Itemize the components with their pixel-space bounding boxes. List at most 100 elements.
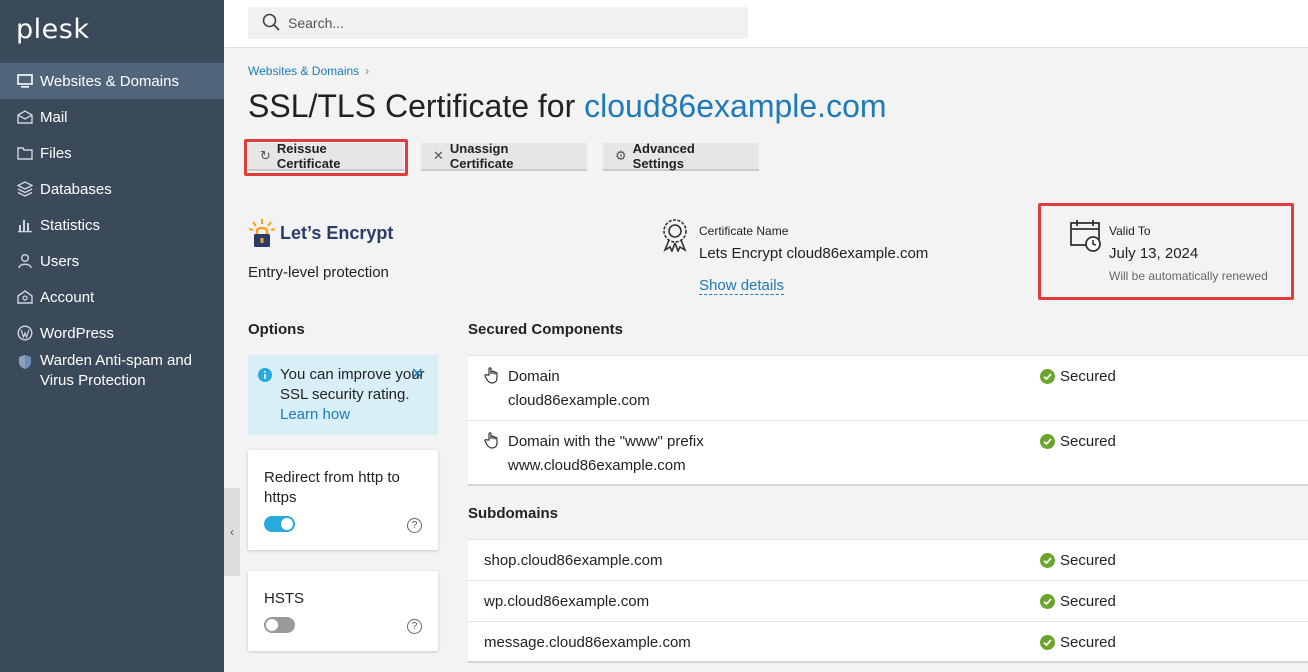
status-text: Secured	[1060, 368, 1116, 385]
status-badge: Secured	[1040, 433, 1116, 450]
sidebar-item-databases[interactable]: Databases	[0, 171, 224, 207]
sidebar-item-label: Account	[40, 288, 95, 306]
toggle-knob	[266, 619, 278, 631]
status-badge: Secured	[1040, 634, 1116, 651]
subdomains-table: shop.cloud86example.com Secured wp.cloud…	[468, 539, 1308, 663]
sidebar-item-label: WordPress	[40, 324, 114, 342]
status-text: Secured	[1060, 634, 1116, 651]
folder-icon	[16, 144, 34, 162]
hsts-option-label: HSTS	[264, 590, 305, 607]
refresh-icon: ↻	[260, 148, 271, 163]
page-title-prefix: SSL/TLS Certificate for	[248, 88, 576, 124]
bar-chart-icon	[16, 216, 34, 234]
close-icon: ✕	[433, 148, 444, 163]
sidebar-item-websites-domains[interactable]: Websites & Domains	[0, 63, 224, 99]
protection-level: Entry-level protection	[248, 264, 389, 281]
sidebar-item-label: Users	[40, 252, 80, 270]
status-text: Secured	[1060, 593, 1116, 610]
sidebar-item-users[interactable]: Users	[0, 243, 224, 279]
sidebar-item-warden[interactable]: Warden Anti-spam and Virus Protection	[0, 351, 224, 391]
certificate-name-value: Lets Encrypt cloud86example.com	[699, 245, 929, 262]
show-details-link[interactable]: Show details	[699, 277, 785, 295]
help-icon[interactable]: ?	[407, 619, 422, 634]
close-icon[interactable]: ✕	[411, 365, 424, 385]
subdomain-name: shop.cloud86example.com	[484, 552, 663, 569]
sidebar-item-label: Statistics	[40, 216, 101, 234]
mail-icon	[16, 108, 34, 126]
table-row: shop.cloud86example.com Secured	[468, 540, 1308, 581]
breadcrumb-link-websites-domains[interactable]: Websites & Domains	[248, 64, 359, 78]
search-input[interactable]	[248, 7, 748, 39]
lets-encrypt-wordmark: Let’s Encrypt	[280, 222, 394, 243]
sidebar-item-label: Databases	[40, 180, 112, 198]
certificate-name-label: Certificate Name	[699, 224, 789, 238]
sidebar-item-label: Mail	[40, 108, 68, 126]
shield-icon	[16, 353, 34, 371]
sidebar-item-label: Warden Anti-spam and Virus Protection	[40, 352, 193, 389]
check-circle-icon	[1040, 369, 1055, 384]
calendar-clock-icon	[1069, 218, 1103, 257]
options-heading: Options	[248, 321, 305, 338]
secured-components-table: Domain cloud86example.com Secured Domain…	[468, 355, 1308, 486]
redirect-option-label: Redirect from http to https	[264, 469, 400, 506]
lets-encrypt-logo: Let’s Encrypt	[248, 218, 393, 248]
toggle-knob	[281, 518, 293, 530]
hsts-toggle[interactable]	[264, 617, 295, 633]
info-icon	[258, 368, 272, 388]
sidebar: plesk Websites & Domains Mail Files Data…	[0, 0, 224, 672]
status-text: Secured	[1060, 433, 1116, 450]
main-content: Websites & Domains › SSL/TLS Certificate …	[224, 48, 1308, 672]
reissue-certificate-button[interactable]: ↻ Reissue Certificate	[248, 141, 404, 171]
component-type: Domain with the "www" prefix	[508, 433, 704, 450]
advanced-settings-label: Advanced Settings	[632, 141, 695, 171]
status-badge: Secured	[1040, 552, 1116, 569]
redirect-toggle[interactable]	[264, 516, 295, 532]
reissue-certificate-label: Reissue Certificate	[276, 141, 341, 171]
search-icon	[262, 13, 280, 36]
top-bar	[224, 0, 1308, 48]
sidebar-item-account[interactable]: Account	[0, 279, 224, 315]
unassign-certificate-label: Unassign Certificate	[449, 141, 514, 171]
sidebar-item-label: Websites & Domains	[40, 72, 179, 90]
check-circle-icon	[1040, 594, 1055, 609]
table-row: wp.cloud86example.com Secured	[468, 581, 1308, 622]
component-value: www.cloud86example.com	[508, 457, 686, 474]
account-icon	[16, 288, 34, 306]
table-row: Domain cloud86example.com Secured	[468, 356, 1308, 421]
subdomain-name: message.cloud86example.com	[484, 634, 691, 651]
table-row: Domain with the "www" prefix www.cloud86…	[468, 421, 1308, 486]
info-text: You can improve your SSL security rating…	[280, 366, 425, 403]
page-title: SSL/TLS Certificate for cloud86example.c…	[248, 88, 887, 125]
hsts-option-card: HSTS ?	[248, 571, 438, 651]
lets-encrypt-padlock-icon	[248, 219, 276, 247]
help-icon[interactable]: ?	[407, 518, 422, 533]
advanced-settings-button[interactable]: ⚙ Advanced Settings	[603, 141, 759, 171]
page-title-domain[interactable]: cloud86example.com	[584, 88, 886, 124]
component-value: cloud86example.com	[508, 392, 650, 409]
sidebar-item-mail[interactable]: Mail	[0, 99, 224, 135]
valid-to-label: Valid To	[1109, 224, 1151, 238]
learn-how-link[interactable]: Learn how	[280, 406, 350, 423]
pointer-hand-icon	[484, 366, 500, 389]
sidebar-item-wordpress[interactable]: WordPress	[0, 315, 224, 351]
sidebar-item-label: Files	[40, 144, 72, 162]
component-type: Domain	[508, 368, 560, 385]
sidebar-item-statistics[interactable]: Statistics	[0, 207, 224, 243]
plesk-logo[interactable]: plesk	[16, 14, 89, 45]
redirect-option-card: Redirect from http to https ?	[248, 450, 438, 550]
table-row: message.cloud86example.com Secured	[468, 622, 1308, 663]
user-icon	[16, 252, 34, 270]
unassign-certificate-button[interactable]: ✕ Unassign Certificate	[421, 141, 587, 171]
valid-to-date: July 13, 2024	[1109, 245, 1199, 262]
subdomains-heading: Subdomains	[468, 505, 559, 522]
monitor-icon	[16, 72, 34, 90]
check-circle-icon	[1040, 553, 1055, 568]
certificate-ribbon-icon	[661, 218, 689, 257]
status-text: Secured	[1060, 552, 1116, 569]
sidebar-item-files[interactable]: Files	[0, 135, 224, 171]
check-circle-icon	[1040, 635, 1055, 650]
check-circle-icon	[1040, 434, 1055, 449]
sidebar-nav: Websites & Domains Mail Files Databases …	[0, 63, 224, 391]
pointer-hand-icon	[484, 431, 500, 454]
status-badge: Secured	[1040, 593, 1116, 610]
